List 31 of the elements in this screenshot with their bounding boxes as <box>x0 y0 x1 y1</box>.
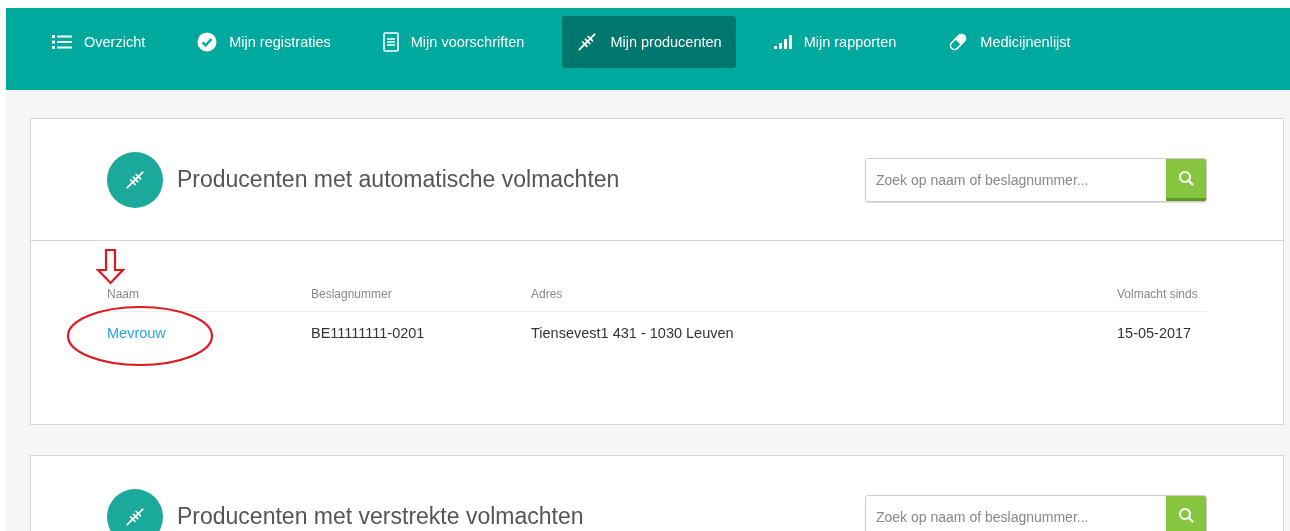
annotation-arrow <box>96 249 126 285</box>
column-header: Adres <box>531 287 1117 312</box>
search-icon <box>1178 507 1194 523</box>
nav-tab[interactable]: Mijn registraties <box>183 16 345 68</box>
search-icon <box>1178 170 1194 186</box>
search-field[interactable]: Zoek op naam of beslagnummer... <box>865 494 1207 531</box>
check-circle-icon <box>197 32 218 52</box>
nav-tab[interactable]: Mijn producenten <box>562 16 736 68</box>
list-icon <box>52 34 72 50</box>
column-header: Volmacht sinds <box>1117 287 1207 312</box>
search-button[interactable] <box>1166 495 1206 531</box>
nav-tab[interactable]: Mijn rapporten <box>759 16 911 68</box>
nav-tab[interactable]: Medicijnenlijst <box>934 16 1085 68</box>
signal-bars-icon <box>773 35 792 49</box>
search-button[interactable] <box>1166 158 1206 201</box>
producer-link[interactable]: Mevrouw <box>107 325 166 341</box>
pill-icon <box>948 32 969 52</box>
column-header: Beslagnummer <box>311 287 531 312</box>
column-header: Naam <box>107 287 311 312</box>
nav-tab[interactable]: Mijn voorschriften <box>368 16 539 68</box>
table-cell: 15-05-2017 <box>1117 311 1207 354</box>
search-field[interactable]: Zoek op naam of beslagnummer... <box>865 157 1207 202</box>
wheat-icon <box>576 31 599 53</box>
table-cell: Tiensevest1 431 - 1030 Leuven <box>531 311 1117 354</box>
table-cell: BE11111111-0201 <box>311 311 531 354</box>
nav-tab[interactable]: Overzicht <box>38 16 160 68</box>
panel-title: Producenten met verstrekte volmachten <box>177 503 585 530</box>
document-icon <box>382 32 399 52</box>
panel-title: Producenten met automatische volmachten <box>177 166 621 193</box>
wheat-icon <box>124 168 146 191</box>
wheat-icon <box>124 505 146 528</box>
